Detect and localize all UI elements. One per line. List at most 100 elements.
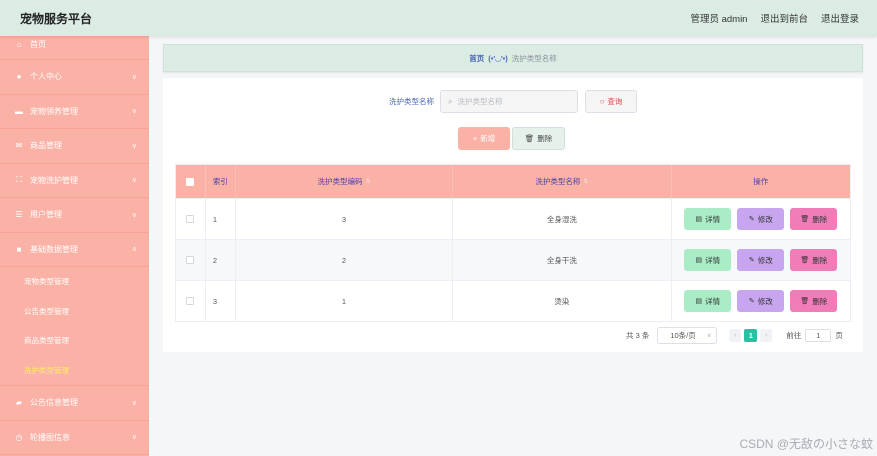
sidebar-item-pet-adoption[interactable]: ▬ 宠物领养管理 ∨ [0,95,149,129]
delete-button[interactable]: 🗑 删除 [790,290,838,312]
submenu-item-goods-type[interactable]: 商品类型管理 [0,326,149,356]
delete-button[interactable]: 🗑 删除 [790,249,838,271]
detail-button[interactable]: ▤ 详情 [684,208,732,230]
sidebar-item-notice-info[interactable]: ▰ 公告信息管理 ∨ [0,386,149,421]
edit-label: 修改 [757,296,773,306]
page-size-value: 10条/页 [670,331,696,340]
next-page-button[interactable]: › [760,329,773,342]
detail-label: 详情 [705,296,721,306]
search-icon: ⌕ [448,96,453,106]
table-header: 索引 洗护类型编码 ⇅ 洗护类型名称 ⇅ 操作 [176,165,850,198]
sidebar-item-label: 宠物领养管理 [30,106,78,116]
back-to-front-link[interactable]: 退出到前台 [760,11,808,25]
sliders-icon: ☰ [15,210,23,220]
top-header: 宠物服务平台 管理员 admin 退出到前台 退出登录 [0,0,877,36]
chevron-right-icon: › [765,332,768,339]
search-icon: ○ [599,97,605,106]
page-number-current[interactable]: 1 [744,329,758,342]
sidebar-item-carousel[interactable]: ◷ 轮播图信息 ∨ [0,421,149,455]
select-all-checkbox[interactable] [186,177,195,186]
delete-button[interactable]: 🗑 删除 [790,208,838,230]
delete-label: 删除 [812,214,828,224]
cell-name: 全身湿洗 [453,199,672,239]
chevron-down-icon: ∨ [131,73,137,81]
breadcrumb-current: 洗护类型名称 [511,53,557,63]
cell-code: 1 [236,281,454,321]
query-button-label: 查询 [607,97,623,106]
sidebar-item-label: 个人中心 [30,72,62,82]
detail-button[interactable]: ▤ 详情 [684,249,732,271]
edit-button[interactable]: ✎ 修改 [737,208,785,230]
header-index: 索引 [206,165,236,198]
pagination: 共 3 条 10条/页 ∨ ‹ 1 › 前往 1 页 [626,327,843,344]
pagination-total: 共 3 条 [626,331,650,340]
sidebar-item-label: 首页 [30,40,46,49]
edit-label: 修改 [757,255,773,265]
clock-icon: ◷ [15,432,23,442]
prev-page-button[interactable]: ‹ [729,329,742,342]
header-code-label: 洗护类型编码 [317,177,363,186]
row-select-cell [176,240,206,280]
cell-ops: ▤ 详情 ✎ 修改 🗑 删除 [672,281,850,321]
sidebar-item-users[interactable]: ☰ 用户管理 ∨ [0,198,149,233]
watermark: CSDN @无敌の小さな蚊 [739,437,873,451]
submenu-item-notice-type[interactable]: 公告类型管理 [0,297,149,327]
table-row: 1 3 全身湿洗 ▤ 详情 ✎ 修改 🗑 删除 [176,198,850,239]
delete-label: 删除 [812,296,828,306]
edit-label: 修改 [757,214,773,224]
sidebar-item-base-data[interactable]: ■ 基础数据管理 ∧ [0,233,149,267]
admin-user-label[interactable]: 管理员 admin [690,11,747,25]
box-icon: ■ [16,244,22,254]
header-code[interactable]: 洗护类型编码 ⇅ [236,165,454,198]
batch-delete-label: 删除 [537,134,553,143]
header-actions: 管理员 admin 退出到前台 退出登录 [690,11,859,25]
sidebar-item-goods[interactable]: ✉ 商品管理 ∨ [0,129,149,164]
document-icon: ▤ [695,298,703,305]
sidebar-item-label: 用户管理 [30,210,62,220]
row-select-cell [176,281,206,321]
frame-icon: ⛶ [16,175,22,185]
chevron-down-icon: ∨ [131,177,137,185]
chevron-down-icon: ∨ [131,211,137,219]
cell-ops: ▤ 详情 ✎ 修改 🗑 删除 [672,240,850,280]
edit-button[interactable]: ✎ 修改 [737,290,785,312]
batch-delete-button[interactable]: 🗑 删除 [512,127,565,150]
page-size-select[interactable]: 10条/页 ∨ [657,327,718,344]
goto-page-input[interactable]: 1 [805,329,832,342]
submenu-item-pet-type[interactable]: 宠物类型管理 [0,267,149,297]
search-input[interactable]: ⌕ 洗护类型名称 [440,90,578,113]
pencil-icon: ✎ [748,257,755,264]
header-name-label: 洗护类型名称 [535,177,581,186]
sort-icon[interactable]: ⇅ [583,178,588,185]
edit-button[interactable]: ✎ 修改 [737,249,785,271]
logout-link[interactable]: 退出登录 [821,11,859,25]
header-name[interactable]: 洗护类型名称 ⇅ [453,165,672,198]
sidebar-item-personal-center[interactable]: ● 个人中心 ∨ [0,60,149,95]
goto-label: 前往 [786,331,802,340]
cell-ops: ▤ 详情 ✎ 修改 🗑 删除 [672,199,850,239]
table-row: 2 2 全身干洗 ▤ 详情 ✎ 修改 🗑 删除 [176,239,850,280]
chevron-down-icon: ∨ [706,333,712,339]
submenu-item-care-type[interactable]: 洗护类型管理 [0,356,149,386]
select-all-cell [176,165,206,198]
sidebar-item-home[interactable]: ⌂ 首页 [0,36,149,60]
ticket-icon: ▰ [15,398,23,408]
row-checkbox[interactable] [186,297,195,305]
row-select-cell [176,199,206,239]
pencil-icon: ✎ [748,216,755,223]
trash-icon: 🗑 [800,257,810,264]
goto-suffix: 页 [835,331,843,340]
row-checkbox[interactable] [186,215,195,223]
query-button[interactable]: ○ 查询 [585,90,637,113]
detail-button[interactable]: ▤ 详情 [684,290,732,312]
breadcrumb-home[interactable]: 首页 [469,53,484,64]
chevron-up-icon: ∧ [131,246,137,254]
user-icon: ● [16,72,22,82]
add-button[interactable]: + 新增 [458,127,510,150]
row-checkbox[interactable] [186,256,195,264]
delete-label: 删除 [812,255,828,265]
sort-icon[interactable]: ⇅ [365,178,370,185]
brand-title: 宠物服务平台 [20,11,93,26]
sidebar-item-pet-care[interactable]: ⛶ 宠物洗护管理 ∨ [0,164,149,198]
sidebar: ⌂ 首页 ● 个人中心 ∨ ▬ 宠物领养管理 ∨ ✉ 商品管理 ∨ ⛶ 宠物洗护… [0,36,149,456]
